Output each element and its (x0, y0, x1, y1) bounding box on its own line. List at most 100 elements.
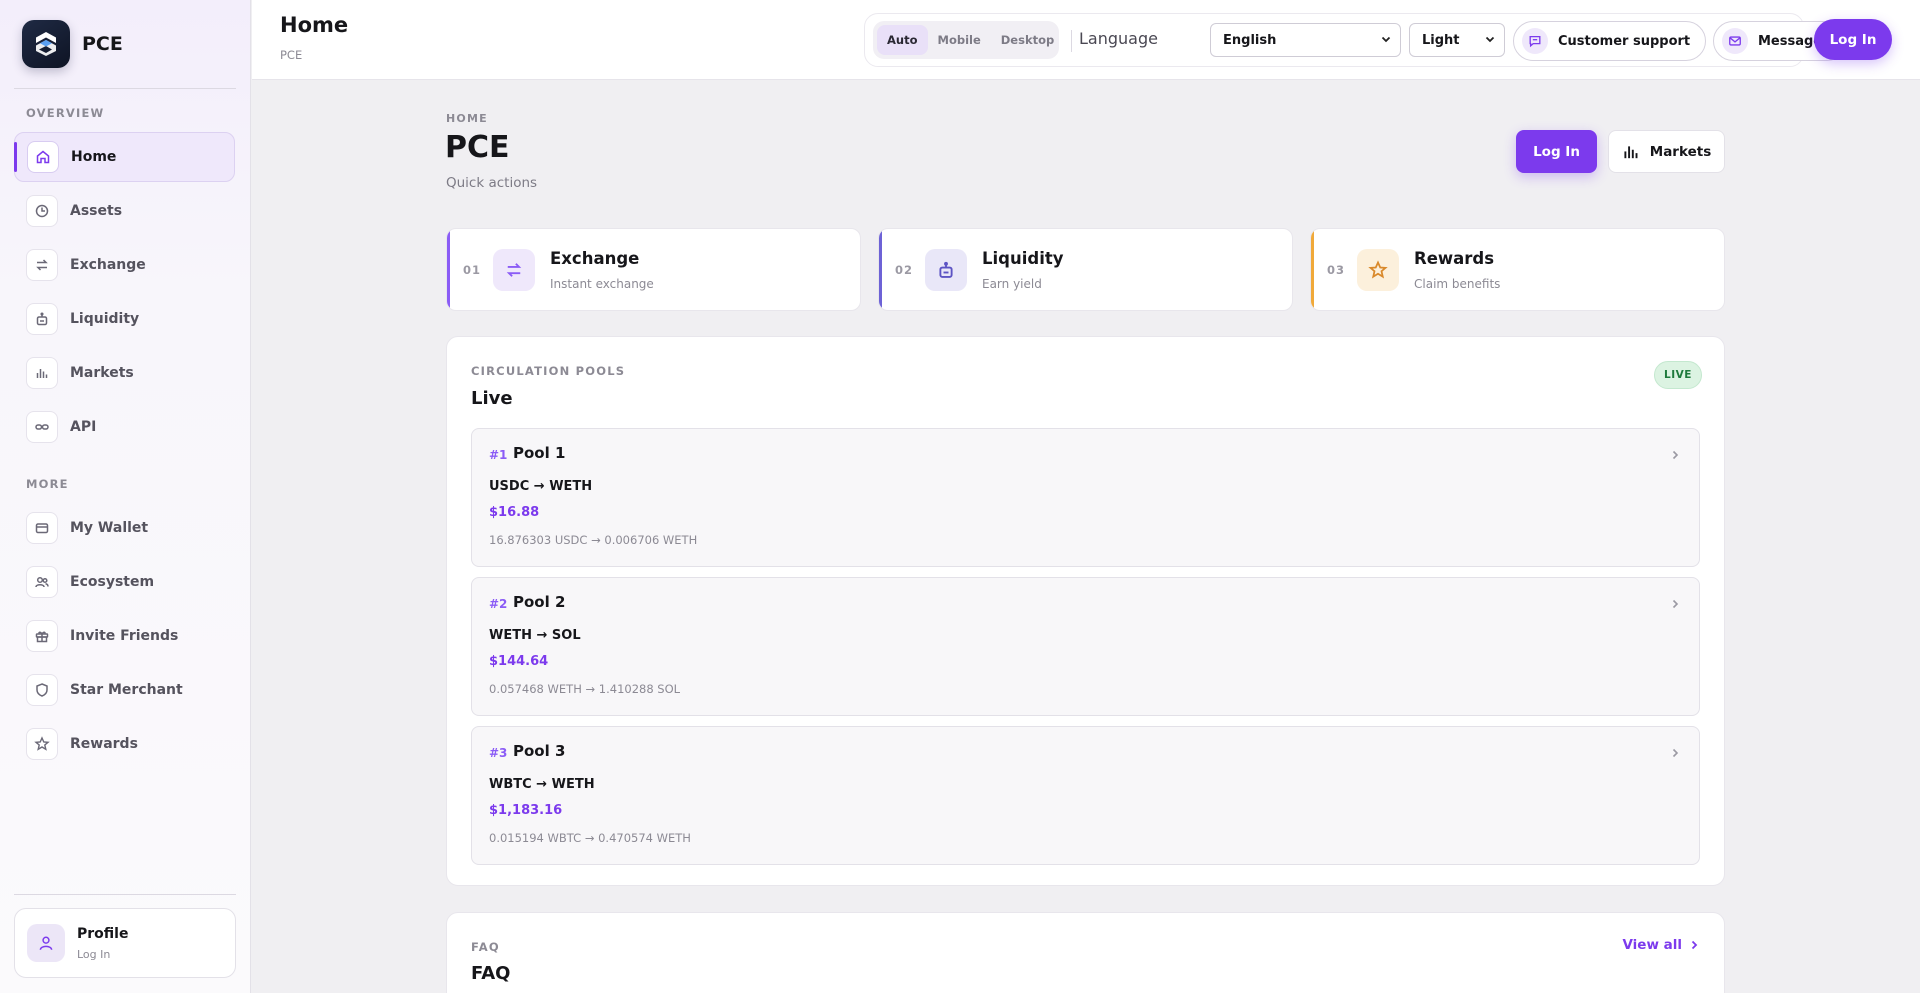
sidebar-divider (14, 894, 236, 895)
sidebar-item-label: Markets (70, 365, 134, 381)
users-icon (26, 566, 58, 598)
sidebar-item-star-merchant[interactable]: Star Merchant (14, 665, 235, 715)
hero-login-button[interactable]: Log In (1516, 130, 1597, 173)
view-mode-auto[interactable]: Auto (877, 25, 928, 55)
sidebar-item-label: Exchange (70, 257, 146, 273)
quick-action-subtitle: Earn yield (982, 276, 1042, 291)
chevron-right-icon (1669, 595, 1681, 614)
shield-icon (26, 674, 58, 706)
page-subtitle: PCE (280, 48, 303, 62)
bar-chart-icon (1624, 145, 1638, 158)
bar-chart-icon (26, 357, 58, 389)
sidebar-item-invite-friends[interactable]: Invite Friends (14, 611, 235, 661)
profile-card[interactable]: Profile Log In (14, 908, 236, 978)
pool-name: Pool 2 (513, 593, 566, 611)
sidebar-item-label: Star Merchant (70, 682, 183, 698)
sidebar-item-rewards[interactable]: Rewards (14, 719, 235, 769)
breadcrumb: HOME (446, 112, 488, 125)
clock-pie-icon (26, 195, 58, 227)
quick-action-exchange[interactable]: 01 Exchange Instant exchange (446, 228, 861, 311)
view-all-link[interactable]: View all (1622, 937, 1700, 953)
sidebar-item-liquidity[interactable]: Liquidity (14, 294, 235, 344)
pool-rank: #1 (489, 448, 508, 462)
quick-action-title: Exchange (550, 248, 640, 268)
wallet-icon (26, 512, 58, 544)
sidebar-item-my-wallet[interactable]: My Wallet (14, 503, 235, 553)
sidebar-item-api[interactable]: API (14, 402, 235, 452)
chevron-right-icon (1669, 446, 1681, 465)
sidebar-item-label: API (70, 419, 97, 435)
live-status-badge: LIVE (1654, 361, 1702, 389)
pool-detail: 16.876303 USDC → 0.006706 WETH (489, 533, 698, 547)
pool-value: $16.88 (489, 505, 540, 520)
language-select[interactable]: English (1210, 23, 1401, 57)
pool-card[interactable]: #1 Pool 1 USDC → WETH $16.88 16.876303 U… (471, 428, 1700, 567)
profile-login-link[interactable]: Log In (77, 948, 128, 961)
sidebar-item-label: Rewards (70, 736, 138, 752)
pool-card[interactable]: #3 Pool 3 WBTC → WETH $1,183.16 0.015194… (471, 726, 1700, 865)
pool-rank: #2 (489, 597, 508, 611)
brand-name: PCE (82, 33, 123, 55)
view-mode-desktop[interactable]: Desktop (991, 25, 1064, 55)
link-icon (26, 411, 58, 443)
sidebar-item-markets[interactable]: Markets (14, 348, 235, 398)
chevron-down-icon (1484, 33, 1496, 49)
quick-action-subtitle: Claim benefits (1414, 276, 1501, 291)
quick-action-number: 01 (463, 262, 482, 277)
pool-card[interactable]: #2 Pool 2 WETH → SOL $144.64 0.057468 WE… (471, 577, 1700, 716)
controls-divider (1071, 30, 1072, 52)
hero-title: PCE (445, 130, 510, 165)
sidebar-item-label: Assets (70, 203, 123, 219)
sidebar-item-ecosystem[interactable]: Ecosystem (14, 557, 235, 607)
quick-action-rewards[interactable]: 03 Rewards Claim benefits (1310, 228, 1725, 311)
chat-icon (1522, 28, 1548, 54)
pool-pair: WETH → SOL (489, 628, 581, 643)
section-label: CIRCULATION POOLS (471, 364, 626, 378)
quick-action-liquidity[interactable]: 02 Liquidity Earn yield (878, 228, 1293, 311)
swap-icon (26, 249, 58, 281)
robot-icon (925, 248, 967, 291)
sidebar-item-label: Home (71, 149, 117, 165)
sidebar-item-exchange[interactable]: Exchange (14, 240, 235, 290)
header-controls: Auto Mobile Desktop Language English Lig… (864, 13, 1847, 67)
pool-value: $144.64 (489, 654, 549, 669)
pool-name: Pool 1 (513, 444, 566, 462)
quick-action-subtitle: Instant exchange (550, 276, 654, 291)
theme-select[interactable]: Light (1409, 23, 1505, 57)
pool-detail: 0.057468 WETH → 1.410288 SOL (489, 682, 681, 696)
section-label: FAQ (471, 940, 500, 954)
section-title: FAQ (471, 963, 511, 984)
top-bar: Home PCE Auto Mobile Desktop Language En… (252, 0, 1920, 80)
section-title: Live (471, 388, 513, 409)
view-mode-toggle: Auto Mobile Desktop (873, 21, 1059, 59)
view-mode-mobile[interactable]: Mobile (928, 25, 991, 55)
markets-button-label: Markets (1649, 143, 1712, 160)
page-title: Home (280, 13, 349, 37)
brand[interactable]: PCE (22, 20, 123, 68)
markets-button[interactable]: Markets (1608, 130, 1725, 173)
quick-action-title: Rewards (1414, 248, 1495, 268)
overview-section-label: OVERVIEW (26, 106, 105, 120)
circulation-pools-panel: CIRCULATION POOLS Live LIVE #1 Pool 1 US… (446, 336, 1725, 886)
pool-pair: WBTC → WETH (489, 777, 595, 792)
hero-subtitle: Quick actions (446, 175, 538, 191)
chevron-right-icon (1669, 744, 1681, 763)
brand-logo-icon (22, 20, 70, 68)
pool-name: Pool 3 (513, 742, 566, 760)
sidebar-item-home[interactable]: Home (14, 132, 235, 182)
language-label: Language (1079, 29, 1158, 48)
sidebar-item-label: My Wallet (70, 520, 149, 536)
header-login-button[interactable]: Log In (1814, 19, 1892, 60)
sidebar: PCE OVERVIEW Home Assets Exchange Liquid… (0, 0, 251, 993)
sidebar-item-assets[interactable]: Assets (14, 186, 235, 236)
sidebar-divider (14, 88, 236, 89)
customer-support-button[interactable]: Customer support (1513, 21, 1706, 61)
sidebar-item-label: Liquidity (70, 311, 140, 327)
faq-panel: FAQ FAQ View all (446, 912, 1725, 993)
quick-action-number: 02 (895, 262, 914, 277)
pool-detail: 0.015194 WBTC → 0.470574 WETH (489, 831, 691, 845)
sidebar-item-label: Ecosystem (70, 574, 155, 590)
star-icon (26, 728, 58, 760)
theme-select-value: Light (1422, 32, 1460, 48)
more-section-label: MORE (26, 477, 69, 491)
